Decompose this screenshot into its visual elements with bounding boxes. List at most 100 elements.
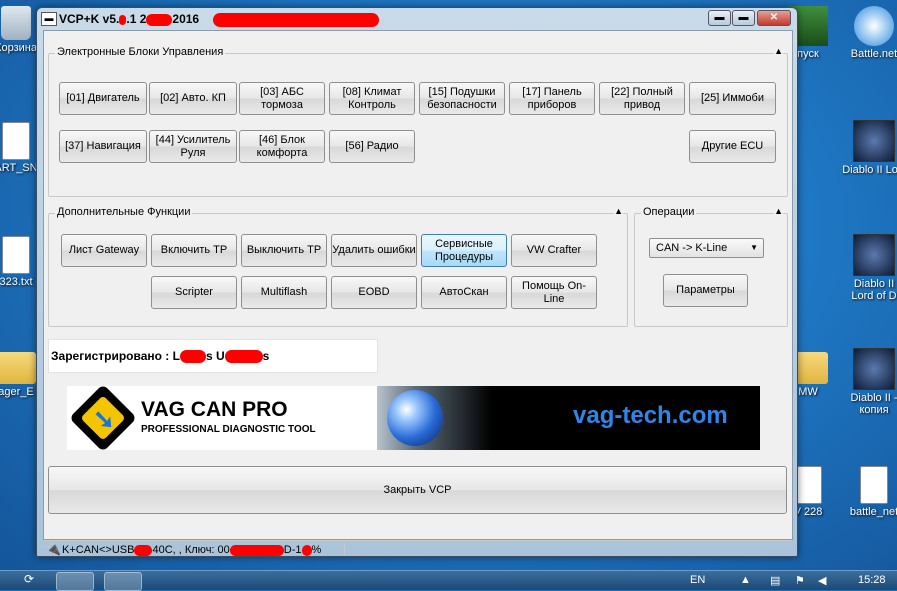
desktop-icon-label: пуск (797, 48, 819, 60)
registration-label: Зарегистрировано : L s U s (48, 339, 378, 373)
title-part: VCP+K v5. (59, 12, 120, 26)
interface-mode-value: CAN -> K-Line (656, 242, 728, 254)
title-part: 2016 (172, 12, 200, 26)
window-menu-icon[interactable]: ▬ (41, 12, 57, 26)
ecu-01-engine-button[interactable]: [01] Двигатель (59, 82, 147, 115)
scripter-button[interactable]: Scripter (151, 276, 237, 309)
desktop-icon-label: ager_E (0, 386, 34, 398)
ecu-22-awd-button[interactable]: [22] Полный привод (599, 82, 685, 115)
redaction-mark (134, 544, 153, 556)
vcp-window: ▬ VCP+K v5. .1 2 2016 ▬ ▬ ✕ Электронные Бл… (36, 7, 798, 557)
operations-group: Операции ▲ CAN -> K-Line ▼ Параметры (634, 206, 788, 327)
language-indicator[interactable]: EN (690, 574, 705, 586)
desktop-icon-label: 323.txt (0, 276, 33, 288)
ecu-25-immobilizer-button[interactable]: [25] Иммоби (689, 82, 776, 115)
collapse-arrow-icon[interactable]: ▲ (614, 206, 623, 216)
collapse-arrow-icon[interactable]: ▲ (774, 206, 783, 216)
diablo-icon (853, 348, 895, 390)
registration-part: s (262, 349, 270, 363)
document-icon (794, 466, 822, 504)
disable-tp-button[interactable]: Выключить TP (241, 234, 327, 267)
online-help-button[interactable]: Помощь On-Line (511, 276, 597, 309)
ecu-17-instruments-button[interactable]: [17] Панель приборов (509, 82, 595, 115)
desktop-icon-diablo-lod[interactable]: Diablo II LoD (842, 120, 897, 176)
desktop-icon-diablo-copy[interactable]: Diablo II - копия (842, 348, 897, 416)
notification-chevron-icon[interactable]: ▲ (740, 574, 751, 586)
document-icon (2, 236, 30, 274)
folder-icon (0, 352, 36, 384)
globe-icon (387, 390, 443, 446)
parameters-button[interactable]: Параметры (663, 274, 748, 307)
close-window-button[interactable]: ✕ (757, 10, 791, 26)
status-part: 40C, , Ключ: 00 (152, 544, 230, 556)
desktop-icon-label: ART_SN (0, 162, 38, 174)
banner-left: ➘ VAG CAN PRO PROFESSIONAL DIAGNOSTIC TO… (67, 386, 377, 450)
ecu-56-radio-button[interactable]: [56] Радио (329, 130, 415, 163)
ecu-44-steering-button[interactable]: [44] Усилитель Руля (149, 130, 237, 163)
battle-net-icon (854, 6, 894, 46)
extra-functions-label: Дополнительные Функции (55, 206, 193, 218)
eobd-button[interactable]: EOBD (331, 276, 417, 309)
vag-can-pro-banner: ➘ VAG CAN PRO PROFESSIONAL DIAGNOSTIC TO… (67, 386, 760, 450)
redaction-mark (146, 13, 173, 26)
desktop-icon-label: MW (798, 386, 818, 398)
ecu-46-comfort-button[interactable]: [46] Блок комфорта (239, 130, 325, 163)
clear-errors-button[interactable]: Удалить ошибки (331, 234, 417, 267)
ecu-08-climate-button[interactable]: [08] Климат Контроль (329, 82, 415, 115)
desktop-icon-battle-net[interactable]: Battle.net (842, 6, 897, 60)
redaction-mark (213, 13, 379, 27)
maximize-button[interactable]: ▬ (732, 10, 755, 26)
ecu-15-airbags-button[interactable]: [15] Подушки безопасности (419, 82, 505, 115)
volume-icon[interactable]: ◀ (818, 574, 826, 587)
diablo-icon (853, 234, 895, 276)
minimize-button[interactable]: ▬ (708, 10, 731, 26)
gateway-list-button[interactable]: Лист Gateway (61, 234, 147, 267)
ecu-03-abs-button[interactable]: [03] АБС тормоза (239, 82, 325, 115)
taskbar-vcp-button[interactable] (104, 572, 142, 591)
status-part: K+CAN<>USB (62, 544, 135, 556)
redaction-mark (301, 544, 312, 556)
title-bar[interactable]: ▬ VCP+K v5. .1 2 2016 ▬ ▬ ✕ (37, 8, 797, 30)
other-ecu-button[interactable]: Другие ECU (689, 130, 776, 163)
desktop-icon-label: Battle.net (850, 48, 897, 60)
banner-url: vag-tech.com (573, 402, 728, 429)
service-procedures-button[interactable]: Сервисные Процедуры (421, 234, 507, 267)
desktop-icon-label: Diablo II Lord of D (851, 278, 897, 302)
desktop-icon-battle-net-doc[interactable]: battle_net (842, 466, 897, 518)
desktop-icon-label: battle_net (849, 506, 897, 518)
autoscan-button[interactable]: АвтоСкан (421, 276, 507, 309)
plug-icon: 🔌 (46, 542, 61, 556)
title-part: .1 2 (126, 12, 147, 26)
ecu-02-transmission-button[interactable]: [02] Авто. КП (149, 82, 237, 115)
extra-functions-group: Дополнительные Функции ▲ Лист Gateway Вк… (48, 206, 628, 327)
chevron-down-icon: ▼ (750, 243, 758, 252)
redaction-mark (229, 544, 284, 556)
clock[interactable]: 15:28 (858, 574, 886, 586)
flag-icon[interactable]: ⚑ (795, 574, 805, 587)
client-area: Электронные Блоки Управления ▲ [01] Двиг… (43, 30, 793, 556)
redaction-mark (119, 14, 127, 25)
banner-right: vag-tech.com (377, 386, 760, 450)
redaction-mark (224, 350, 263, 364)
operations-label: Операции (641, 206, 697, 218)
registration-part: s U (205, 349, 225, 363)
ecu-group: Электронные Блоки Управления ▲ [01] Двиг… (48, 46, 788, 197)
collapse-arrow-icon[interactable]: ▲ (774, 46, 783, 56)
network-icon[interactable]: ▤ (770, 574, 780, 587)
taskbar-refresh-button[interactable]: ⟳ (14, 572, 44, 589)
close-vcp-button[interactable]: Закрыть VCP (48, 466, 787, 514)
ecu-37-navigation-button[interactable]: [37] Навигация (59, 130, 147, 163)
multiflash-button[interactable]: Multiflash (241, 276, 327, 309)
vw-crafter-button[interactable]: VW Crafter (511, 234, 597, 267)
registration-text: Зарегистрировано : L s U s (51, 349, 270, 364)
redaction-mark (179, 350, 206, 364)
interface-mode-select[interactable]: CAN -> K-Line ▼ (649, 238, 764, 258)
desktop-icon-label: Diablo II LoD (842, 164, 897, 176)
enable-tp-button[interactable]: Включить TP (151, 234, 237, 267)
taskbar-explorer-button[interactable] (56, 572, 94, 591)
status-part: % (311, 544, 322, 556)
registration-part: Зарегистрировано : L (51, 349, 180, 363)
desktop-icon-label: Diablo II - копия (850, 392, 897, 416)
banner-title: VAG CAN PRO (141, 398, 288, 421)
desktop-icon-diablo-lord[interactable]: Diablo II Lord of D (842, 234, 897, 302)
